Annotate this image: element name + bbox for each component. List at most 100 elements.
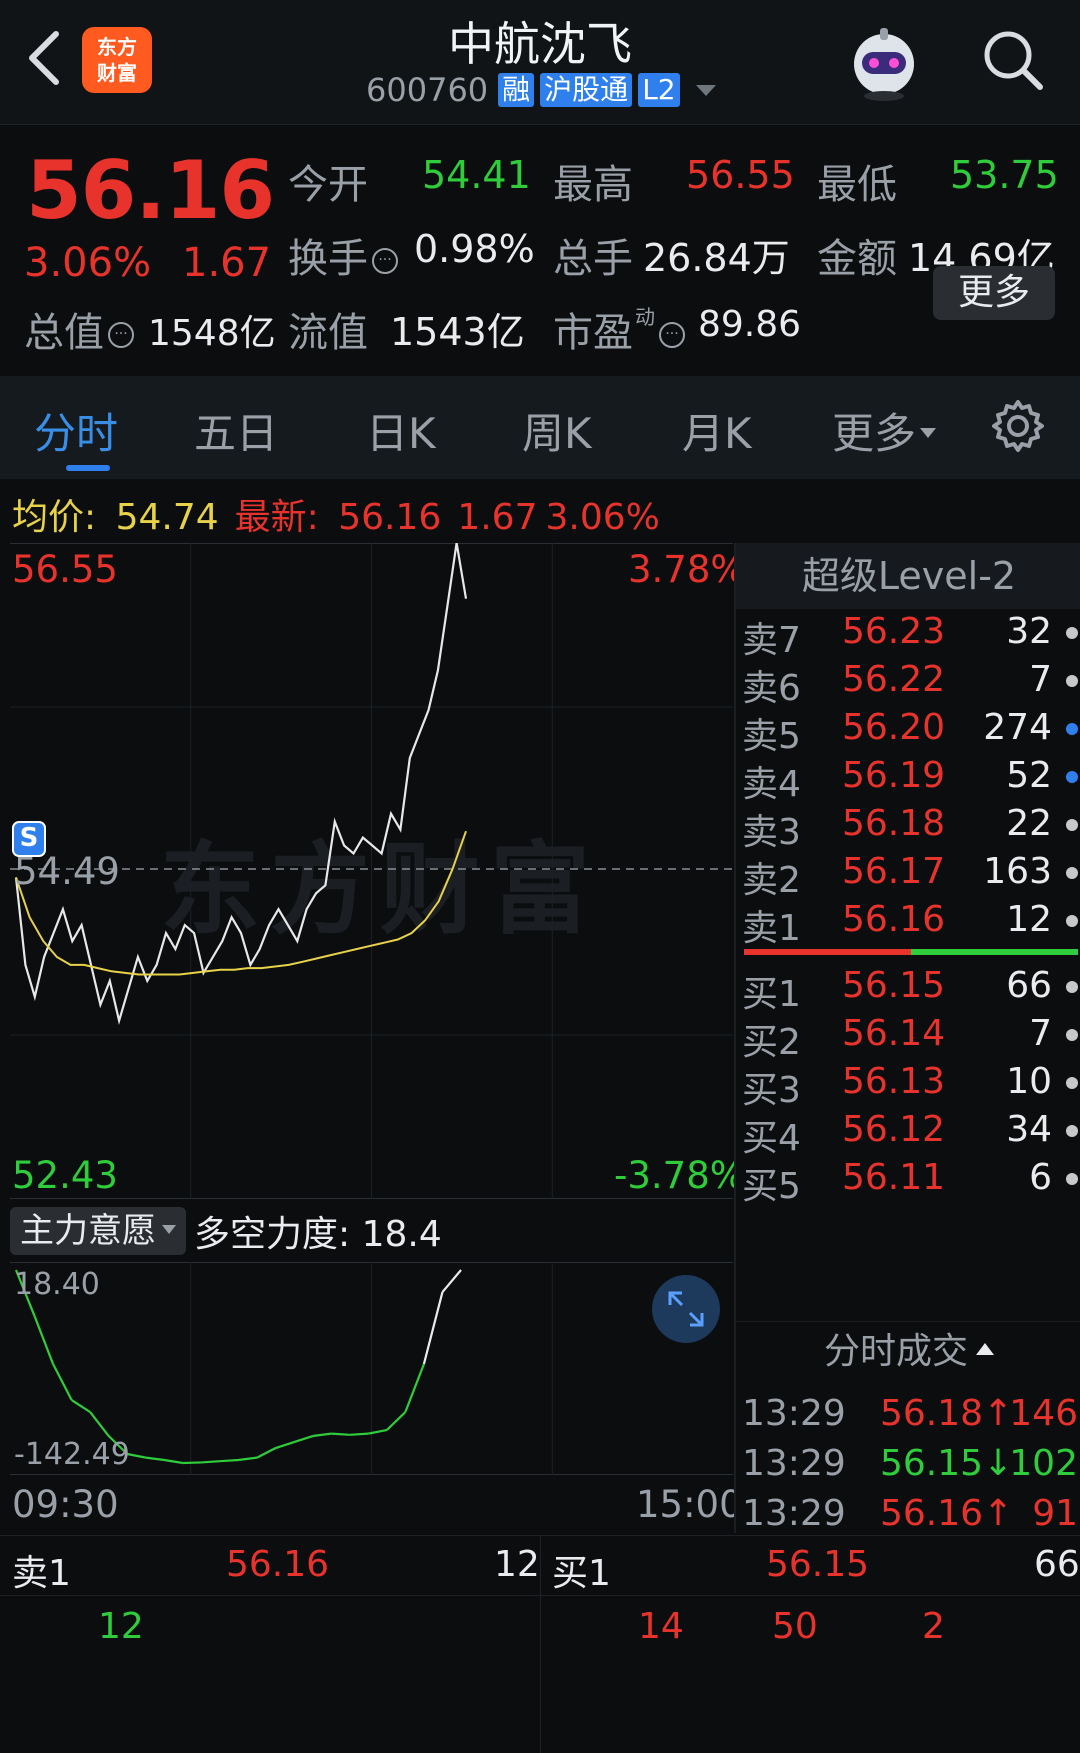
bid-level[interactable]: 买4 56.12 34 xyxy=(736,1109,1080,1159)
tab-five-day[interactable]: 五日 xyxy=(194,400,278,461)
bid-level[interactable]: 买2 56.14 7 xyxy=(736,1013,1080,1063)
level-label: 买1 xyxy=(742,974,801,1015)
indicator-segment xyxy=(201,1460,221,1464)
level-label: 卖3 xyxy=(742,812,801,853)
level-dot-icon xyxy=(1066,723,1078,735)
info-icon[interactable]: ··· xyxy=(372,248,398,274)
indicator-segment xyxy=(219,1458,239,1463)
indicator-segment xyxy=(441,1269,462,1293)
level2-title[interactable]: 超级Level-2 xyxy=(736,543,1080,609)
ask-level[interactable]: 卖1 56.16 12 xyxy=(736,899,1080,949)
level-price: 56.22 xyxy=(842,659,946,700)
stock-subtitle[interactable]: 600760 融 沪股通 L2 xyxy=(366,70,716,110)
turnover-value: 0.98% xyxy=(414,227,535,271)
level-label: 卖1 xyxy=(742,908,801,949)
turnover-label: 换手 ··· xyxy=(288,226,398,284)
trade-time: 13:29 xyxy=(742,1493,846,1534)
queue-left-item: 12 xyxy=(98,1606,144,1647)
tab-weekly-k[interactable]: 周K xyxy=(522,400,592,461)
bid-level[interactable]: 买5 56.11 6 xyxy=(736,1157,1080,1207)
gear-icon[interactable] xyxy=(990,398,1046,454)
level-volume: 22 xyxy=(1006,803,1052,844)
ask-level[interactable]: 卖3 56.18 22 xyxy=(736,803,1080,853)
float-value: 1543亿 xyxy=(390,310,525,354)
indicator-segment xyxy=(312,1432,332,1438)
high-label: 最高 xyxy=(553,162,633,208)
latest-change: 1.67 xyxy=(457,497,538,538)
pe-label: 市盈 动··· xyxy=(553,300,685,358)
level-price: 56.16 xyxy=(842,899,946,940)
level-price: 56.18 xyxy=(842,803,946,844)
indicator-segment xyxy=(71,1399,91,1413)
last-price: 56.16 xyxy=(26,144,275,237)
indicator-segment xyxy=(293,1434,314,1444)
level-price: 56.20 xyxy=(842,707,946,748)
trade-row: 13:29 56.15↓ 102 xyxy=(736,1443,1080,1491)
ask-level[interactable]: 卖7 56.23 32 xyxy=(736,611,1080,661)
ask-level[interactable]: 卖2 56.17 163 xyxy=(736,851,1080,901)
latest-pct: 3.06% xyxy=(545,497,660,538)
indicator-segment xyxy=(422,1291,444,1365)
level-volume: 10 xyxy=(1006,1061,1052,1102)
tab-monthly-k[interactable]: 月K xyxy=(682,400,752,461)
signal-badge[interactable]: S xyxy=(12,821,46,857)
dropdown-arrow-icon xyxy=(920,428,937,438)
bid-level[interactable]: 买3 56.13 10 xyxy=(736,1061,1080,1111)
level-volume: 52 xyxy=(1006,755,1052,796)
expand-icon xyxy=(668,1291,704,1327)
level-dot-icon xyxy=(1066,1173,1078,1185)
stock-code: 600760 xyxy=(366,71,489,109)
indicator-segment xyxy=(145,1456,165,1462)
indicator-value: 多空力度: 18.4 xyxy=(194,1214,442,1255)
more-button[interactable]: 更多 xyxy=(933,266,1055,320)
info-icon[interactable]: ··· xyxy=(659,322,685,348)
level-label: 卖6 xyxy=(742,668,801,709)
trade-price: 56.16↑ xyxy=(880,1493,1014,1534)
tab-more[interactable]: 更多 xyxy=(832,400,937,461)
high-value: 56.55 xyxy=(686,153,795,197)
indicator-segment xyxy=(331,1432,350,1436)
level-dot-icon xyxy=(1066,981,1078,993)
tab-intraday[interactable]: 分时 xyxy=(34,400,118,461)
bottom-sell-price: 56.16 xyxy=(226,1544,330,1585)
active-tab-indicator xyxy=(66,465,110,471)
level-volume: 6 xyxy=(1029,1157,1052,1198)
info-icon[interactable]: ··· xyxy=(108,322,134,348)
level-label: 买4 xyxy=(742,1118,801,1159)
tab-daily-k[interactable]: 日K xyxy=(366,400,436,461)
y-max-label: 56.55 xyxy=(12,548,118,591)
mktcap-label: 总值 ··· xyxy=(24,300,134,358)
l2-tag: L2 xyxy=(638,73,680,107)
change-amount: 1.67 xyxy=(182,240,272,286)
trades-header[interactable]: 分时成交 xyxy=(736,1321,1080,1381)
orderbook-divider xyxy=(744,949,1078,955)
search-icon[interactable] xyxy=(978,25,1048,95)
expand-button[interactable] xyxy=(652,1275,720,1343)
level-volume: 12 xyxy=(1006,899,1052,940)
ask-level[interactable]: 卖5 56.20 274 xyxy=(736,707,1080,757)
ask-level[interactable]: 卖6 56.22 7 xyxy=(736,659,1080,709)
y-min-label: 52.43 xyxy=(12,1154,118,1197)
bid-level[interactable]: 买6 56.10 52 xyxy=(736,1205,1080,1208)
bottom-hline xyxy=(0,1595,1080,1596)
amount-label: 金额 xyxy=(817,236,897,282)
volume-value: 26.84万 xyxy=(643,236,790,280)
ask-level[interactable]: 卖4 56.19 52 xyxy=(736,755,1080,805)
indicator-select[interactable]: 主力意愿 xyxy=(10,1207,186,1255)
indicator-segment xyxy=(182,1461,202,1465)
volume-label: 总手 xyxy=(553,236,633,282)
robot-assistant-icon[interactable] xyxy=(844,22,924,102)
level-price: 56.23 xyxy=(842,611,946,652)
queue-right-item: 50 xyxy=(772,1606,818,1647)
top-bar: 东方 财富 中航沈飞 600760 融 沪股通 L2 xyxy=(0,0,1080,125)
dropdown-arrow-icon xyxy=(162,1225,176,1234)
level-label: 卖7 xyxy=(742,620,801,661)
level-price: 56.10 xyxy=(842,1205,945,1208)
connect-tag: 沪股通 xyxy=(540,73,633,107)
chart-info-line: 均价: 54.74 最新: 56.16 1.67 3.06% xyxy=(12,488,668,540)
level-price: 56.12 xyxy=(842,1109,946,1150)
latest-price: 最新: 56.16 xyxy=(234,497,442,538)
bid-level[interactable]: 买1 56.15 66 xyxy=(736,965,1080,1015)
level-dot-icon xyxy=(1066,675,1078,687)
queue-right-item: 14 xyxy=(638,1606,684,1647)
